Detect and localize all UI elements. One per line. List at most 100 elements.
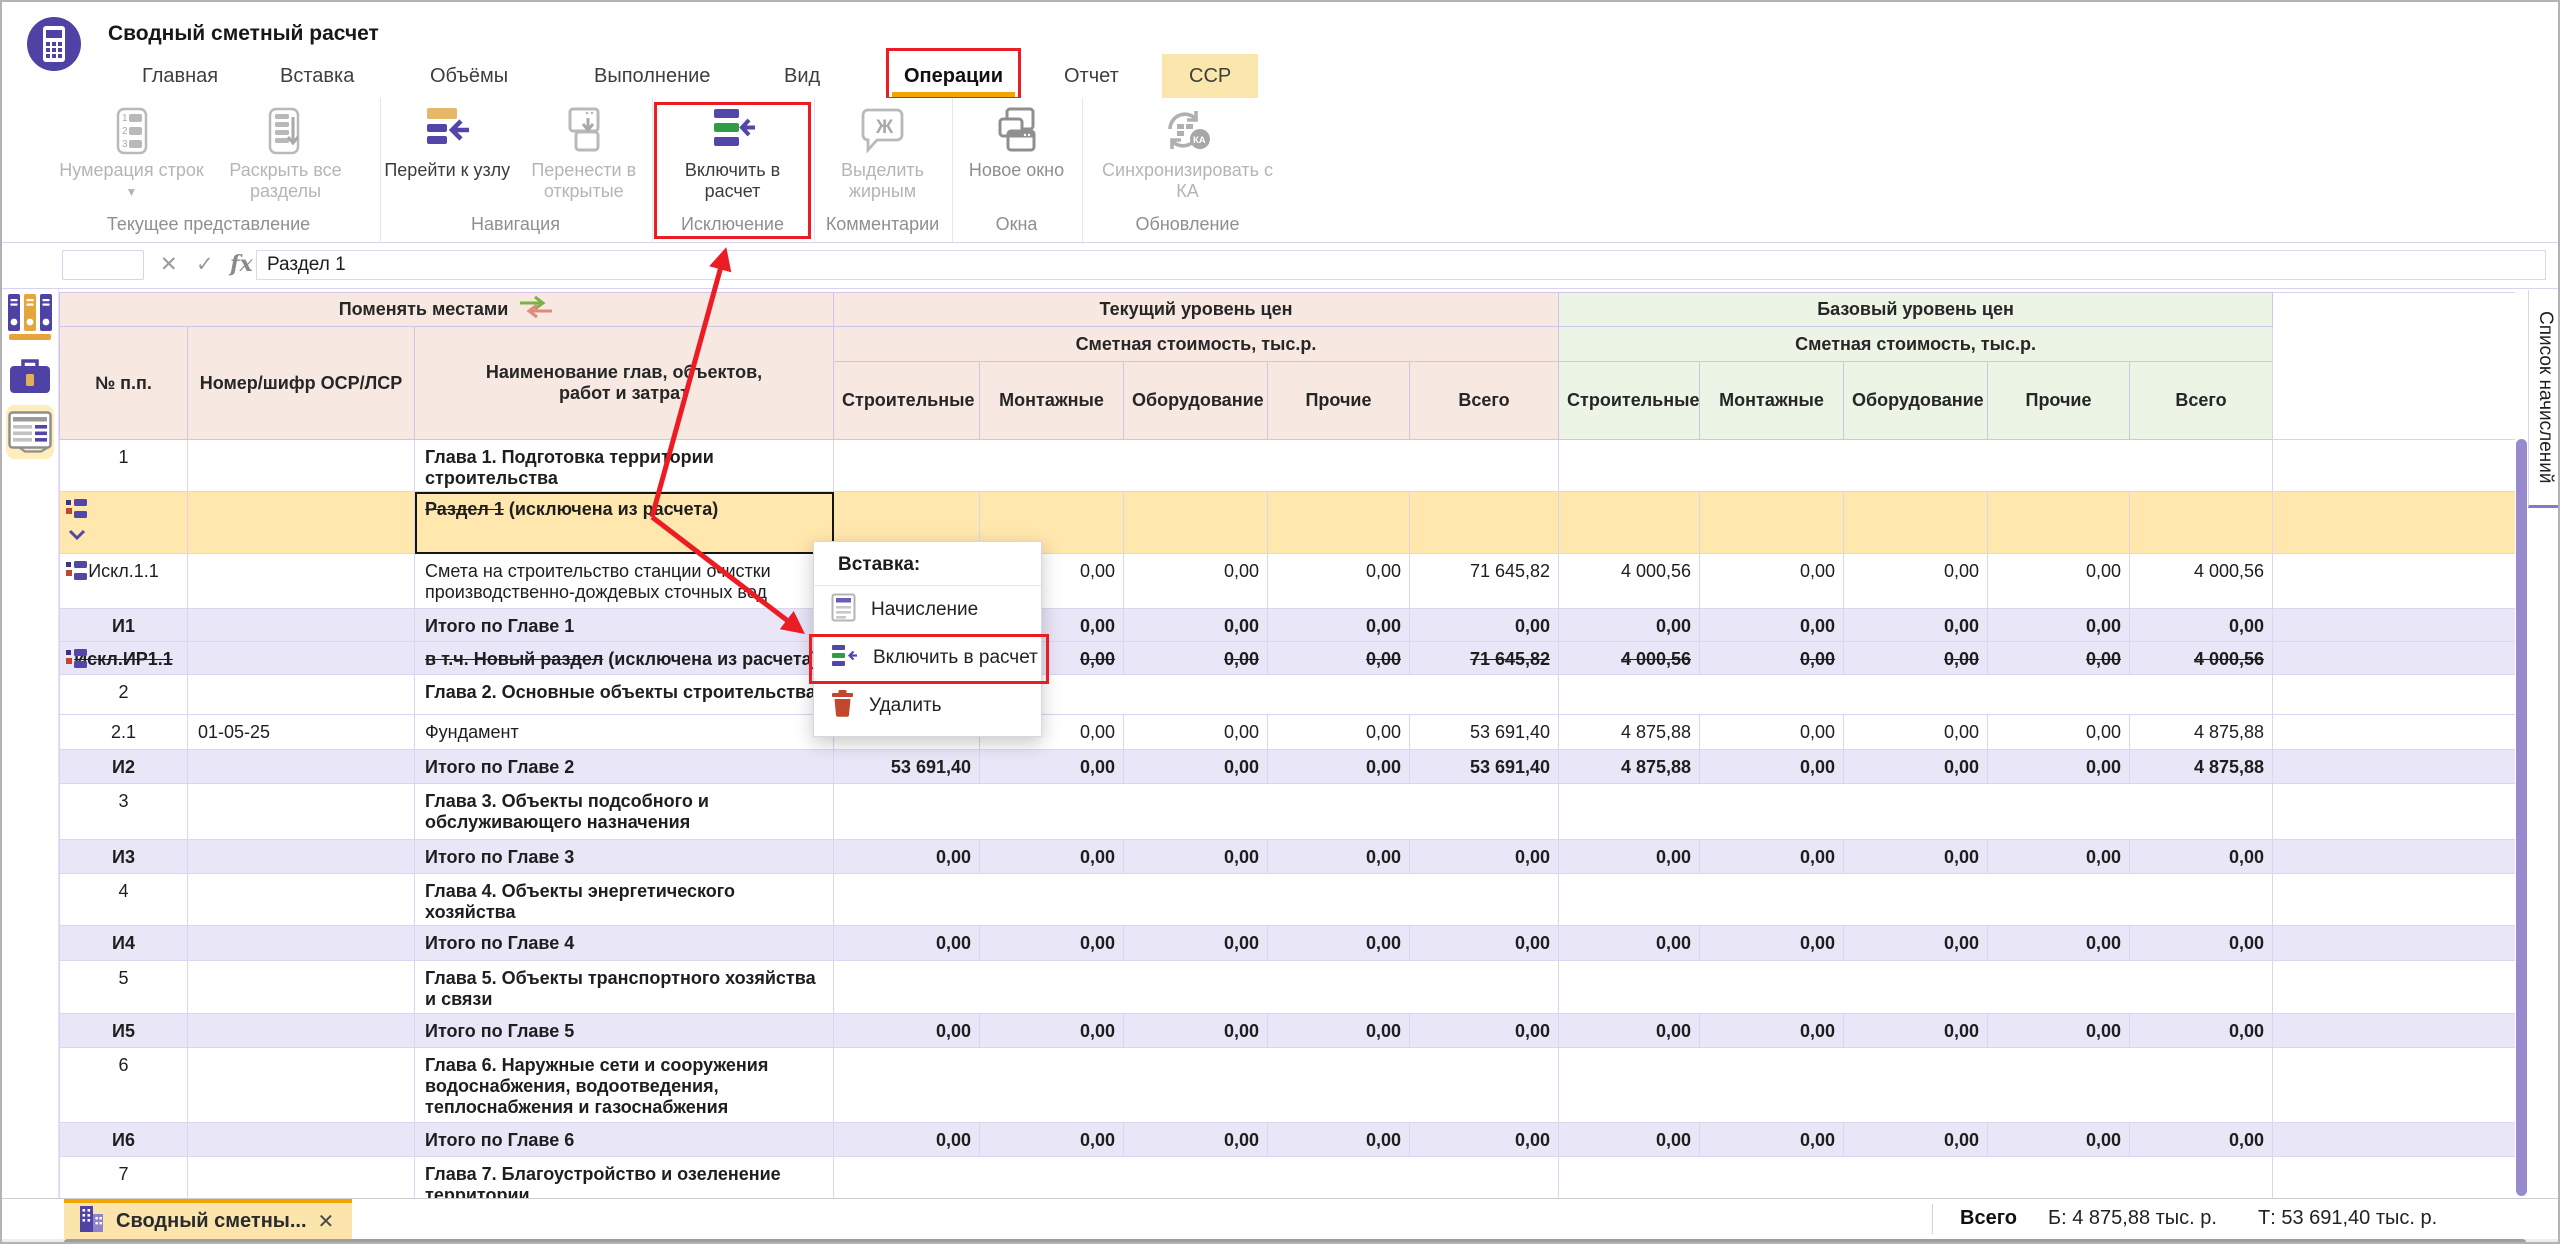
cell-code[interactable] [188,1157,415,1199]
tab-вид[interactable]: Вид [784,54,820,98]
cell-name[interactable]: Глава 4. Объекты энергетического хозяйст… [415,874,834,926]
cell-value[interactable] [1124,492,1268,554]
cell-value[interactable]: 0,00 [1268,642,1410,675]
cell-name[interactable]: Глава 6. Наружные сети и сооружения водо… [415,1048,834,1123]
cell-merged-base[interactable] [1559,675,2273,715]
cell-value[interactable] [1410,492,1559,554]
cell-value[interactable]: 0,00 [1410,1014,1559,1048]
cell-value[interactable]: 4 875,88 [1559,750,1700,784]
cell-extra[interactable] [2273,784,2515,840]
cell-merged-base[interactable] [1559,874,2273,926]
cell-merged-base[interactable] [1559,440,2273,492]
cell-name[interactable]: Итого по Главе 5 [415,1014,834,1048]
cell-num[interactable]: И1 [60,609,188,642]
cell-value[interactable]: 0,00 [1988,926,2130,961]
cell-code[interactable] [188,675,415,715]
cell-name[interactable]: Итого по Главе 4 [415,926,834,961]
cell-value[interactable]: 0,00 [1268,554,1410,609]
ribbon-button[interactable]: ЖВыделить жирным [815,106,950,202]
cell-value[interactable]: 0,00 [980,750,1124,784]
cell-value[interactable]: 0,00 [1268,715,1410,750]
tab-вставка[interactable]: Вставка [280,54,354,98]
cell-num[interactable]: Искл.ИР1.1 [60,642,188,675]
cell-code[interactable] [188,1014,415,1048]
cell-name[interactable]: Смета на строительство станции очистки п… [415,554,834,609]
confirm-icon[interactable]: ✓ [196,252,214,277]
horizontal-scrollbar-track[interactable] [2,1239,2558,1244]
ribbon-button[interactable]: КАСинхронизировать с КА [1089,106,1287,202]
cell-value[interactable]: 0,00 [980,1014,1124,1048]
cell-value[interactable] [1844,492,1988,554]
cell-value[interactable]: 0,00 [1700,715,1844,750]
cell-value[interactable]: 0,00 [1988,642,2130,675]
cell-num[interactable]: 2.1 [60,715,188,750]
ribbon-button[interactable]: Перенести в открытые [518,106,651,202]
cell-code[interactable] [188,642,415,675]
fx-icon[interactable]: fx [230,251,253,277]
cell-extra[interactable] [2273,440,2515,492]
tab-отчет[interactable]: Отчет [1064,54,1119,98]
cell-value[interactable]: 4 000,56 [1559,642,1700,675]
context-menu-item[interactable]: Начисление [814,586,1041,634]
cell-value[interactable]: 0,00 [980,1123,1124,1157]
cell-value[interactable]: 0,00 [1844,750,1988,784]
ribbon-button[interactable]: Раскрыть все разделы [211,106,361,203]
cell-name[interactable]: Глава 1. Подготовка территории строитель… [415,440,834,492]
cell-value[interactable]: 0,00 [1268,926,1410,961]
cell-value[interactable]: 0,00 [1124,1014,1268,1048]
cell-value[interactable]: 4 000,56 [2130,554,2273,609]
cell-value[interactable] [1268,492,1410,554]
cell-value[interactable]: 0,00 [1700,642,1844,675]
cell-num[interactable]: 7 [60,1157,188,1199]
cell-extra[interactable] [2273,492,2515,554]
cell-value[interactable]: 0,00 [1559,609,1700,642]
cell-extra[interactable] [2273,715,2515,750]
cell-value[interactable]: 0,00 [1700,926,1844,961]
cell-value[interactable]: 0,00 [1844,1123,1988,1157]
cell-num[interactable]: И4 [60,926,188,961]
cell-extra[interactable] [2273,675,2515,715]
cell-value[interactable]: 0,00 [1410,926,1559,961]
cell-value[interactable]: 0,00 [2130,1014,2273,1048]
dropdown-arrow-icon[interactable]: ▼ [126,182,138,203]
ribbon-button[interactable]: 123Нумерация строк▼ [57,106,207,203]
cell-merged-base[interactable] [1559,1157,2273,1199]
cell-value[interactable]: 0,00 [1410,840,1559,874]
cell-value[interactable]: 0,00 [1410,609,1559,642]
cell-value[interactable]: 0,00 [1268,1123,1410,1157]
cell-name[interactable]: Глава 7. Благоустройство и озеленение те… [415,1157,834,1199]
cell-value[interactable]: 53 691,40 [1410,750,1559,784]
cell-value[interactable]: 0,00 [1268,609,1410,642]
tab-сср[interactable]: ССР [1162,54,1258,98]
cell-code[interactable] [188,1048,415,1123]
tab-главная[interactable]: Главная [142,54,218,98]
cell-value[interactable]: 53 691,40 [834,750,980,784]
cell-value[interactable]: 0,00 [834,926,980,961]
cell-value[interactable]: 0,00 [1268,840,1410,874]
cell-merged-current[interactable] [834,1157,1559,1199]
vertical-scrollbar[interactable] [2516,439,2527,1196]
cell-value[interactable]: 0,00 [834,840,980,874]
cell-code[interactable] [188,784,415,840]
cell-value[interactable]: 0,00 [2130,840,2273,874]
cell-value[interactable]: 0,00 [1988,1123,2130,1157]
cell-name[interactable]: Глава 3. Объекты подсобного и обслуживаю… [415,784,834,840]
cell-code[interactable] [188,874,415,926]
cell-code[interactable] [188,750,415,784]
header-swap[interactable]: Поменять местами [60,293,834,327]
tab-выполнение[interactable]: Выполнение [594,54,710,98]
cell-extra[interactable] [2273,554,2515,609]
cell-value[interactable]: 0,00 [2130,926,2273,961]
cell-num[interactable]: И2 [60,750,188,784]
cell-code[interactable] [188,440,415,492]
cell-value[interactable] [1988,492,2130,554]
cell-value[interactable]: 0,00 [1124,642,1268,675]
cell-merged-current[interactable] [834,440,1559,492]
rail-item-sheet-icon[interactable] [6,405,54,459]
cell-ref-box[interactable] [62,250,144,280]
cell-merged-current[interactable] [834,874,1559,926]
cell-value[interactable]: 0,00 [1988,609,2130,642]
cell-name[interactable]: Итого по Главе 2 [415,750,834,784]
ribbon-button[interactable]: Включить в расчет [658,106,808,202]
cell-value[interactable]: 0,00 [2130,1123,2273,1157]
